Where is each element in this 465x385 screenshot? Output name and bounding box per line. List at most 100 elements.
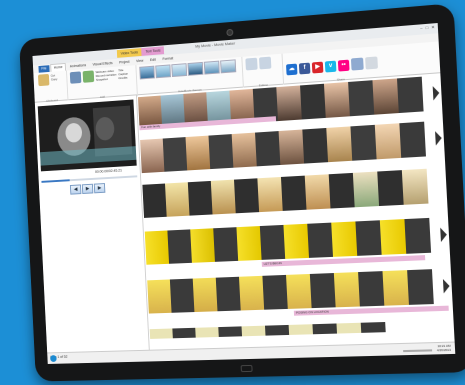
add-music-icon[interactable]: [82, 70, 95, 83]
zoom-slider[interactable]: [403, 349, 433, 353]
youtube-icon[interactable]: ▶: [311, 61, 324, 73]
clip-thumbnail[interactable]: [396, 76, 424, 114]
theme-thumb[interactable]: [155, 64, 172, 79]
clip-thumbnail[interactable]: [210, 179, 236, 215]
clip-thumbnail[interactable]: [255, 131, 281, 167]
clip-thumbnail[interactable]: [278, 129, 305, 165]
clip-thumbnail[interactable]: [149, 328, 173, 339]
clip-thumbnail[interactable]: [399, 121, 426, 158]
clip-thumbnail[interactable]: [331, 221, 358, 257]
clip-thumbnail[interactable]: [382, 270, 409, 306]
clip-thumbnail[interactable]: [264, 324, 290, 336]
clip-thumbnail[interactable]: [185, 135, 211, 171]
clip-thumbnail[interactable]: [162, 137, 188, 172]
video-preview[interactable]: [37, 99, 137, 172]
credits-button[interactable]: Credits: [118, 75, 128, 81]
clip-thumbnail[interactable]: [328, 172, 355, 209]
next-frame-button[interactable]: ▶: [93, 183, 106, 194]
clip-thumbnail[interactable]: [348, 80, 375, 117]
clip-thumbnail[interactable]: [167, 229, 192, 264]
seek-bar[interactable]: [41, 175, 138, 183]
rotate-left-icon[interactable]: [245, 57, 258, 71]
clip-thumbnail[interactable]: [379, 219, 407, 255]
clip-thumbnail[interactable]: [259, 224, 286, 260]
clip-thumbnail[interactable]: [236, 226, 262, 261]
clip-thumbnail[interactable]: [208, 134, 234, 170]
clip-thumbnail[interactable]: [404, 217, 432, 254]
copy-button[interactable]: Copy: [51, 77, 58, 81]
clip-thumbnail[interactable]: [304, 174, 331, 210]
clip-thumbnail[interactable]: [187, 180, 213, 216]
clip-thumbnail[interactable]: [195, 327, 219, 338]
clip-thumbnail[interactable]: [192, 277, 218, 313]
minimize-button[interactable]: –: [420, 25, 423, 30]
clip-thumbnail[interactable]: [142, 183, 167, 218]
context-tab-text-tools[interactable]: Text Tools: [141, 46, 165, 56]
theme-thumb[interactable]: [171, 63, 188, 78]
snapshot-button[interactable]: Snapshot: [96, 76, 117, 82]
clip-thumbnail[interactable]: [312, 323, 338, 335]
clip-thumbnail[interactable]: [407, 269, 434, 305]
clip-thumbnail[interactable]: [336, 322, 362, 334]
play-button[interactable]: ▶: [81, 183, 94, 195]
sign-in-icon[interactable]: [365, 56, 378, 70]
clip-thumbnail[interactable]: [326, 126, 353, 163]
clip-thumbnail[interactable]: [307, 222, 334, 258]
clip-thumbnail[interactable]: [288, 324, 313, 335]
clip-thumbnail[interactable]: [213, 227, 239, 262]
clip-thumbnail[interactable]: [352, 171, 380, 208]
clip-thumbnail[interactable]: [358, 271, 385, 307]
clip-thumbnail[interactable]: [218, 326, 243, 337]
clip-thumbnail[interactable]: [350, 124, 377, 161]
theme-thumb[interactable]: [203, 60, 220, 75]
row-continue-arrow: [435, 130, 443, 146]
facebook-icon[interactable]: f: [298, 62, 311, 74]
windows-home-button[interactable]: [240, 364, 253, 373]
clip-thumbnail[interactable]: [300, 83, 326, 120]
skydrive-icon[interactable]: ☁: [285, 63, 298, 75]
clip-thumbnail[interactable]: [401, 168, 429, 205]
clip-thumbnail[interactable]: [215, 276, 241, 312]
paste-icon[interactable]: [37, 73, 50, 87]
previous-frame-button[interactable]: ◀: [69, 184, 82, 195]
theme-thumb[interactable]: [220, 59, 237, 74]
save-movie-icon[interactable]: [350, 57, 364, 71]
add-videos-icon[interactable]: [69, 71, 82, 84]
taskbar-clock[interactable]: 10:21 AM 4/26/2013: [437, 344, 451, 353]
context-tab-video-tools[interactable]: Video Tools: [116, 48, 142, 58]
windows-start-icon[interactable]: [50, 355, 57, 362]
clip-thumbnail[interactable]: [231, 132, 257, 168]
rotate-right-icon[interactable]: [258, 56, 272, 70]
clip-thumbnail[interactable]: [164, 182, 190, 217]
clip-thumbnail[interactable]: [286, 273, 312, 309]
clip-thumbnail[interactable]: [257, 176, 283, 213]
clip-thumbnail[interactable]: [147, 279, 172, 314]
theme-thumb[interactable]: [187, 61, 204, 76]
clip-thumbnail[interactable]: [323, 81, 350, 118]
clip-thumbnail[interactable]: [355, 220, 382, 256]
clip-thumbnail[interactable]: [190, 228, 215, 263]
clip-thumbnail[interactable]: [241, 325, 266, 337]
clip-thumbnail[interactable]: [280, 175, 307, 211]
clip-thumbnail[interactable]: [377, 170, 404, 207]
clip-thumbnail[interactable]: [302, 127, 329, 164]
vimeo-icon[interactable]: v: [324, 60, 337, 73]
clip-thumbnail[interactable]: [144, 230, 170, 265]
clip-thumbnail[interactable]: [238, 275, 265, 311]
flickr-icon[interactable]: ••: [337, 59, 350, 72]
clip-thumbnail[interactable]: [283, 223, 309, 259]
close-button[interactable]: ✕: [431, 24, 435, 29]
clip-thumbnail[interactable]: [233, 178, 260, 214]
clip-thumbnail[interactable]: [372, 78, 399, 115]
clip-thumbnail[interactable]: [333, 272, 360, 308]
clip-thumbnail[interactable]: [309, 273, 336, 309]
clip-thumbnail[interactable]: [360, 321, 386, 333]
clip-thumbnail[interactable]: [169, 278, 195, 313]
clip-thumbnail[interactable]: [374, 123, 402, 160]
clip-thumbnail[interactable]: [262, 274, 288, 310]
clip-thumbnail[interactable]: [172, 327, 196, 339]
theme-thumb[interactable]: [139, 65, 155, 80]
maximize-button[interactable]: □: [425, 25, 428, 30]
clip-thumbnail[interactable]: [140, 138, 165, 174]
clip-thumbnail[interactable]: [276, 85, 302, 122]
